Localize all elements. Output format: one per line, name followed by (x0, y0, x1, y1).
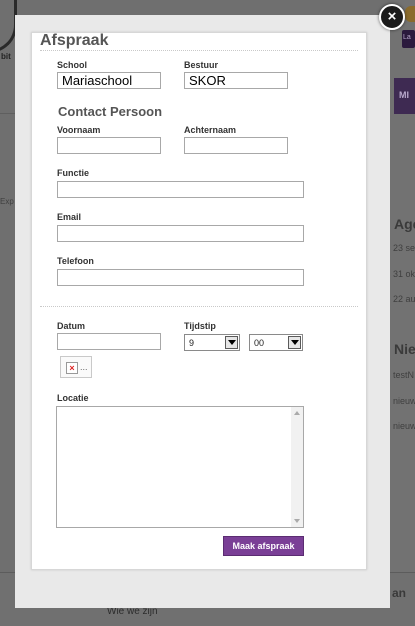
datum-field[interactable] (57, 333, 161, 350)
achternaam-field[interactable] (184, 137, 288, 154)
news-item[interactable]: testN (393, 370, 414, 380)
telefoon-field[interactable] (57, 269, 304, 286)
agenda-item[interactable]: 22 au (393, 294, 415, 304)
scroll-up-icon[interactable] (294, 411, 300, 415)
bestuur-field[interactable]: SKOR (184, 72, 288, 89)
calendar-button[interactable]: × ... (60, 356, 92, 378)
locatie-textarea[interactable] (56, 406, 304, 528)
email-label: Email (57, 212, 82, 222)
language-badge[interactable]: La (402, 30, 415, 48)
dialog-title: Afspraak (40, 32, 109, 49)
title-divider (40, 50, 358, 51)
footer-side-text: an (392, 586, 407, 600)
school-label: School (57, 60, 88, 70)
tijdstip-label: Tijdstip (184, 321, 216, 331)
minute-value: 00 (254, 338, 265, 348)
hour-select[interactable]: 9 (184, 334, 240, 351)
email-field[interactable] (57, 225, 304, 242)
functie-field[interactable] (57, 181, 304, 198)
broken-image-icon: × (66, 362, 78, 374)
bestuur-label: Bestuur (184, 60, 219, 70)
notification-dot (405, 6, 415, 22)
side-text: Exp (0, 197, 14, 206)
voornaam-label: Voornaam (57, 125, 101, 135)
nav-tab-mi[interactable]: MI (394, 78, 415, 114)
agenda-item[interactable]: 31 ok (393, 269, 415, 279)
chevron-down-icon[interactable] (225, 336, 238, 349)
functie-label: Functie (57, 168, 90, 178)
locatie-label: Locatie (57, 393, 89, 403)
contact-heading: Contact Persoon (58, 104, 163, 119)
datum-label: Datum (57, 321, 86, 331)
telefoon-label: Telefoon (57, 256, 94, 266)
achternaam-label: Achternaam (184, 125, 237, 135)
news-item[interactable]: nieuw (393, 396, 415, 406)
news-heading: Nie (394, 341, 415, 357)
scroll-down-icon[interactable] (294, 519, 300, 523)
logo-text: bit (1, 52, 11, 61)
voornaam-field[interactable] (57, 137, 161, 154)
news-item[interactable]: nieuw (393, 421, 415, 431)
close-icon[interactable]: × (379, 4, 405, 30)
agenda-heading: Age (394, 216, 415, 232)
submit-button[interactable]: Maak afspraak (223, 536, 304, 556)
school-field[interactable]: Mariaschool (57, 72, 161, 89)
broken-image-text: ... (80, 362, 88, 372)
minute-select[interactable]: 00 (249, 334, 303, 351)
textarea-scrollbar[interactable] (291, 407, 303, 527)
hour-value: 9 (189, 338, 195, 348)
section-divider (40, 306, 358, 307)
chevron-down-icon[interactable] (288, 336, 301, 349)
agenda-item[interactable]: 23 se (393, 243, 415, 253)
